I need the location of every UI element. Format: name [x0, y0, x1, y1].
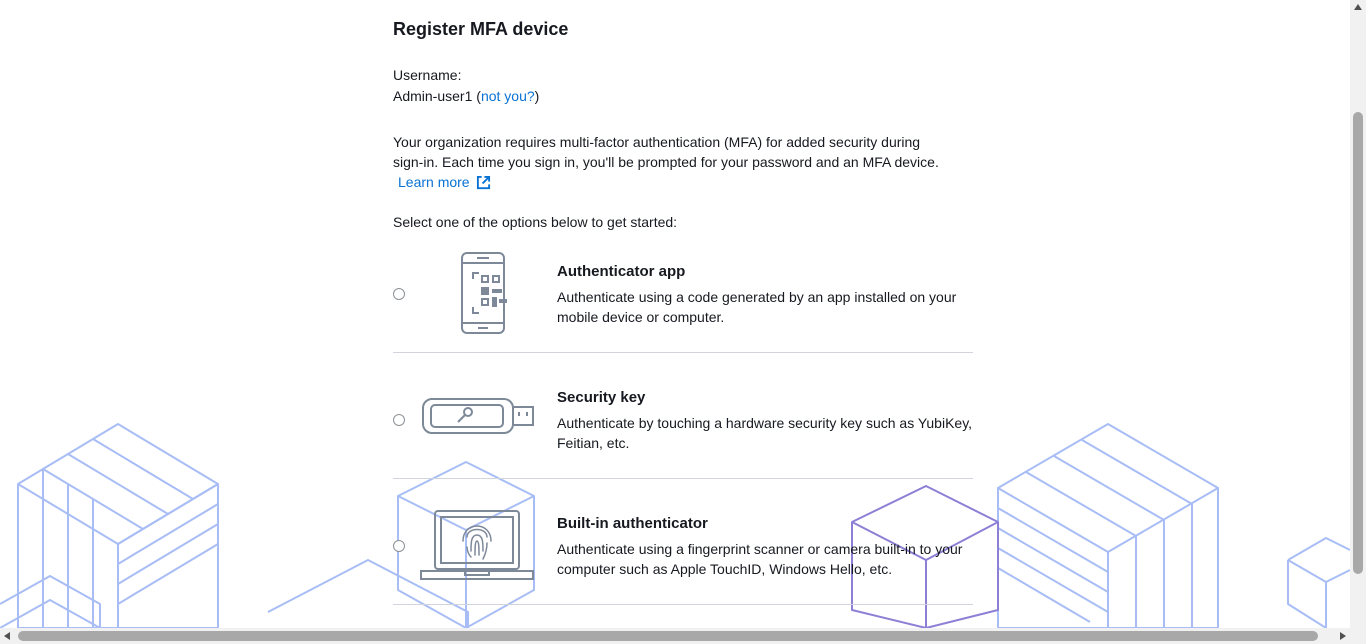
radio-security-key[interactable] — [393, 414, 405, 426]
option-title: Authenticator app — [557, 263, 686, 280]
scroll-left-arrow-icon[interactable] — [4, 632, 10, 640]
laptop-fingerprint-icon — [420, 510, 534, 580]
username-value: Admin-user1 — [393, 88, 473, 104]
option-title: Security key — [557, 389, 646, 406]
option-title: Built-in authenticator — [557, 515, 708, 532]
username-row: Admin-user1 (not you?) — [393, 86, 539, 106]
mobile-qr-code-icon — [461, 252, 507, 334]
vertical-scrollbar[interactable] — [1350, 0, 1366, 644]
horizontal-scroll-thumb[interactable] — [18, 631, 1318, 641]
open-paren: ( — [472, 88, 481, 104]
external-link-icon — [476, 175, 490, 189]
close-paren: ) — [534, 88, 540, 104]
radio-authenticator-app[interactable] — [393, 288, 405, 300]
option-authenticator-app[interactable]: Authenticator app Authenticate using a c… — [393, 227, 973, 353]
horizontal-scrollbar[interactable] — [0, 628, 1350, 644]
option-divider — [393, 604, 973, 605]
intro-line-2: sign-in. Each time you sign in, you'll b… — [393, 154, 939, 170]
option-built-in-authenticator[interactable]: Built-in authenticator Authenticate usin… — [393, 479, 973, 605]
option-description: Authenticate using a fingerprint scanner… — [557, 541, 963, 577]
not-you-link[interactable]: not you? — [481, 88, 535, 104]
option-description: Authenticate by touching a hardware secu… — [557, 415, 973, 451]
vertical-scroll-thumb[interactable] — [1353, 112, 1363, 574]
page-viewport: Register MFA device Username: Admin-user… — [0, 0, 1366, 644]
learn-more-label: Learn more — [398, 174, 470, 190]
radio-built-in-authenticator[interactable] — [393, 540, 405, 552]
intro-line-1: Your organization requires multi-factor … — [393, 134, 921, 150]
username-label: Username: — [393, 67, 462, 83]
option-description: Authenticate using a code generated by a… — [557, 289, 957, 325]
usb-security-key-icon — [422, 398, 534, 434]
scroll-up-arrow-icon[interactable] — [1354, 4, 1362, 10]
option-security-key[interactable]: Security key Authenticate by touching a … — [393, 353, 973, 479]
page-title: Register MFA device — [393, 19, 569, 39]
learn-more-link[interactable]: Learn more — [398, 172, 491, 192]
scroll-right-arrow-icon[interactable] — [1340, 632, 1346, 640]
